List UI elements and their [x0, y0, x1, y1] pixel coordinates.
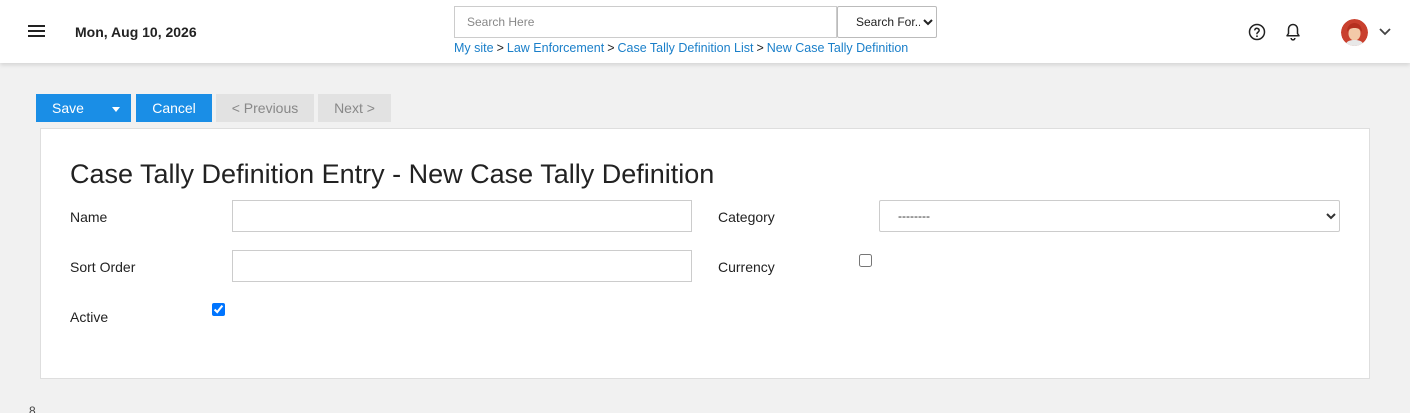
chevron-down-icon[interactable] [1378, 26, 1392, 38]
current-date: Mon, Aug 10, 2026 [75, 24, 197, 40]
avatar[interactable] [1341, 19, 1368, 46]
breadcrumb: My site > Law Enforcement > Case Tally Defin… [454, 41, 908, 55]
breadcrumb-separator: > [607, 41, 615, 55]
save-options-dropdown-button[interactable] [100, 94, 131, 122]
footer-glyph: 8 [29, 404, 36, 413]
bell-icon[interactable] [1284, 22, 1302, 42]
sort-order-field[interactable] [232, 250, 692, 282]
category-select[interactable]: -------- [879, 200, 1340, 232]
page-title: Case Tally Definition Entry - New Case T… [70, 159, 715, 189]
search-input[interactable] [454, 6, 837, 38]
next-button[interactable]: Next > [318, 94, 391, 122]
active-label: Active [70, 309, 109, 325]
name-label: Name [70, 209, 108, 225]
breadcrumb-separator: > [496, 41, 504, 55]
hamburger-menu-icon[interactable] [28, 25, 45, 39]
top-bar: Mon, Aug 10, 2026 Search For... My site>… [0, 0, 1410, 63]
breadcrumb-my-site[interactable]: My site [454, 41, 494, 55]
search-scope-select[interactable]: Search For... [837, 6, 937, 38]
form-card: Case Tally Definition Entry - New Case T… [40, 128, 1370, 379]
currency-label: Currency [718, 259, 775, 275]
sort-order-label: Sort Order [70, 259, 136, 275]
caret-down-icon [111, 106, 120, 112]
active-checkbox[interactable] [212, 303, 225, 316]
save-button[interactable]: Save [36, 94, 100, 122]
breadcrumb-law-enforcement[interactable]: Law Enforcement [507, 41, 604, 55]
category-label: Category [718, 209, 775, 225]
name-field[interactable] [232, 200, 692, 232]
breadcrumb-case-tally-definition-list[interactable]: Case Tally Definition List [618, 41, 754, 55]
previous-button[interactable]: < Previous [216, 94, 314, 122]
breadcrumb-separator: > [756, 41, 764, 55]
help-circle-icon[interactable] [1248, 23, 1266, 41]
breadcrumb-new-case-tally-definition[interactable]: New Case Tally Definition [767, 41, 909, 55]
cancel-button[interactable]: Cancel [136, 94, 212, 122]
currency-checkbox[interactable] [859, 254, 872, 267]
